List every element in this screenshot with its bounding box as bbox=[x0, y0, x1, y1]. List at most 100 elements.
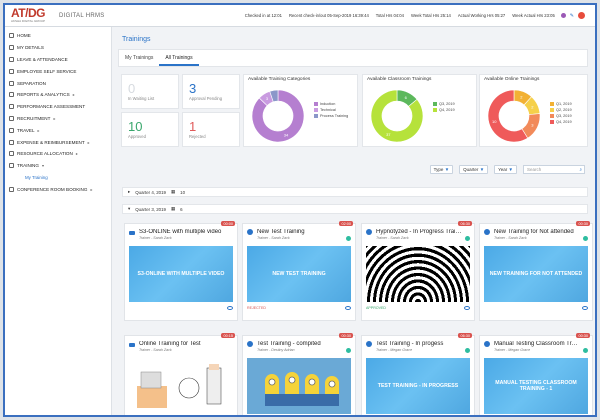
training-title[interactable]: Hypnotyzed - In Progress Training bbox=[376, 229, 462, 235]
avatar[interactable] bbox=[578, 12, 585, 19]
trainer-name: Trainer - Sarah Zack bbox=[376, 236, 409, 240]
training-thumbnail[interactable]: NEW TEST TRAINING bbox=[247, 246, 351, 302]
duration-badge: 00:30 bbox=[576, 221, 590, 226]
sidebar-item-label: LEAVE & ATTENDANCE bbox=[17, 56, 68, 62]
person-icon bbox=[247, 229, 253, 235]
sidebar-item-leave-attendance[interactable]: LEAVE & ATTENDANCE bbox=[5, 54, 111, 66]
company-logo[interactable]: AT/DG AKSHA DIGITAL GROUP bbox=[11, 7, 53, 23]
training-title[interactable]: S3-ONLINE with multiple video bbox=[139, 229, 225, 235]
legend-item[interactable]: Q4, 2019 bbox=[433, 107, 455, 113]
week-actual-text: Week Actual Hrs 23:05 bbox=[512, 13, 555, 18]
chart-legend: Induction Technical Process Training bbox=[314, 101, 348, 119]
legend-swatch bbox=[550, 102, 554, 106]
menu-icon bbox=[9, 139, 14, 145]
quarter-row[interactable]: ▾ Quarter 3, 2019 ▦ 6 bbox=[122, 204, 588, 214]
settings-icon[interactable]: ✎ bbox=[570, 13, 574, 19]
tab-my-trainings[interactable]: My Trainings bbox=[119, 50, 159, 66]
legend-item[interactable]: Process Training bbox=[314, 113, 348, 119]
quarter-label: Quarter 4, 2019 bbox=[135, 189, 166, 195]
stat-card[interactable]: 10 Approved bbox=[121, 112, 179, 147]
training-title[interactable]: Manual Testing Classroom Training - 1 bbox=[494, 341, 580, 347]
training-card[interactable]: 00:30 Test Training - compited Trainer - D… bbox=[242, 333, 356, 415]
training-title[interactable]: Test Training - compited bbox=[257, 341, 343, 347]
tab-all-trainings[interactable]: All Trainings bbox=[159, 50, 199, 66]
training-card[interactable]: 06:30 Test Training - In progess Trainer -… bbox=[361, 333, 475, 415]
sidebar-item-separation[interactable]: SEPARATION bbox=[5, 77, 111, 89]
stat-number: 3 bbox=[189, 81, 197, 96]
training-thumbnail[interactable]: NEW TRAINING FOR NOT ATTENDED bbox=[484, 246, 588, 302]
duration-badge: 00:30 bbox=[576, 333, 590, 338]
view-icon[interactable] bbox=[464, 305, 470, 310]
sidebar-item-training[interactable]: TRAINING ▾ bbox=[5, 160, 111, 172]
sidebar-item-label: REPORTS & ANALYTICS bbox=[17, 92, 70, 98]
view-icon[interactable] bbox=[227, 305, 233, 310]
type-filter-button[interactable]: Type ▼ bbox=[429, 165, 454, 174]
year-filter-label: Year bbox=[498, 167, 508, 172]
person-icon bbox=[247, 341, 253, 347]
training-thumbnail[interactable]: MANUAL TESTING CLASSROOM TRAINING - 1 bbox=[484, 358, 588, 414]
sidebar-item-employee-self-service[interactable]: EMPLOYEE SELF SERVICE bbox=[5, 65, 111, 77]
total-hrs-text: Total Hrs 04:04 bbox=[375, 13, 404, 18]
stat-number: 0 bbox=[128, 81, 136, 96]
training-title[interactable]: New Test Training bbox=[257, 229, 343, 235]
quarter-filter-button[interactable]: Quarter ▼ bbox=[459, 165, 489, 174]
trainer-name: Trainer - Sarah Zack bbox=[139, 348, 172, 352]
chart-legend: Q3, 2019 Q4, 2019 bbox=[433, 101, 455, 113]
stat-card[interactable]: 0 In Waiting List bbox=[121, 74, 179, 109]
chart-title: Available Training Categories bbox=[248, 77, 311, 82]
year-filter-button[interactable]: Year ▼ bbox=[494, 165, 517, 174]
person-icon bbox=[484, 341, 490, 347]
sidebar-item-recruitment[interactable]: RECRUITMENT ▸ bbox=[5, 113, 111, 125]
sidebar-item-expense-reimbursement[interactable]: EXPENSE & REIMBURSEMENT ▸ bbox=[5, 136, 111, 148]
stat-card[interactable]: 3 Approval Pending bbox=[182, 74, 240, 109]
legend-swatch bbox=[314, 108, 318, 112]
training-card[interactable]: 00:00 S3-ONLINE with multiple video Traine… bbox=[124, 221, 238, 321]
sidebar-item-my-training[interactable]: My Training bbox=[5, 172, 111, 184]
sidebar-item-conference-room-booking[interactable]: CONFERENCE ROOM BOOKING ▸ bbox=[5, 183, 111, 195]
training-thumbnail[interactable] bbox=[129, 358, 233, 414]
stat-number: 10 bbox=[128, 119, 143, 134]
trainer-name: Trainer - Sarah Zack bbox=[139, 236, 172, 240]
user-status-icon[interactable] bbox=[560, 13, 566, 18]
training-thumbnail[interactable]: TEST TRAINING - IN PROGRESS bbox=[366, 358, 470, 414]
legend-item[interactable]: Q4, 2019 bbox=[550, 119, 572, 125]
training-card[interactable]: 00:30 New Training for Not attended Traine… bbox=[479, 221, 593, 321]
sidebar-item-travel[interactable]: TRAVEL ▸ bbox=[5, 124, 111, 136]
slice-label: 34 bbox=[284, 132, 289, 137]
training-card[interactable]: 00:15 Online Training for Test Trainer - S… bbox=[124, 333, 238, 415]
training-title[interactable]: New Training for Not attended bbox=[494, 229, 580, 235]
training-card[interactable]: 02:00 New Test Training Trainer - Sarah Za… bbox=[242, 221, 356, 321]
training-card[interactable]: 00:30 Manual Testing Classroom Training -… bbox=[479, 333, 593, 415]
training-thumbnail[interactable]: S3-ONLINE WITH MULTIPLE VIDEO bbox=[129, 246, 233, 302]
training-thumbnail[interactable] bbox=[366, 246, 470, 302]
thumbnail-caption: TEST TRAINING - IN PROGRESS bbox=[377, 383, 459, 389]
menu-icon bbox=[9, 33, 14, 39]
sidebar-item-my-details[interactable]: MY DETAILS bbox=[5, 42, 111, 54]
top-bar: AT/DG AKSHA DIGITAL GROUP DIGITAL HRMS C… bbox=[5, 5, 595, 27]
training-thumbnail[interactable] bbox=[247, 358, 351, 414]
stat-card[interactable]: 1 Rejected bbox=[182, 112, 240, 147]
legend-swatch bbox=[550, 108, 554, 112]
search-input[interactable]: Search ⌕ bbox=[523, 165, 585, 174]
expand-icon: ▸ bbox=[128, 189, 131, 194]
training-card[interactable]: 06:30 Hypnotyzed - In Progress Training Tr… bbox=[361, 221, 475, 321]
stat-label: Rejected bbox=[189, 134, 206, 139]
check-icon bbox=[346, 236, 351, 241]
menu-icon bbox=[9, 92, 14, 98]
sidebar-item-resource-allocation[interactable]: RESOURCE ALLOCATION ▸ bbox=[5, 148, 111, 160]
sidebar: HOME MY DETAILS LEAVE & ATTENDANCE EMPLOYEE… bbox=[5, 27, 112, 415]
legend-label: Q3, 2019 bbox=[439, 102, 455, 106]
training-title[interactable]: Online Training for Test bbox=[139, 341, 225, 347]
view-icon[interactable] bbox=[582, 305, 588, 310]
sidebar-item-performance-assessment[interactable]: PERFORMANCE ASSESSMENT bbox=[5, 101, 111, 113]
view-icon[interactable] bbox=[345, 305, 351, 310]
sidebar-item-home[interactable]: HOME bbox=[5, 30, 111, 42]
search-icon[interactable]: ⌕ bbox=[579, 167, 582, 172]
trainer-name: Trainer - Destiny Adrian bbox=[257, 348, 295, 352]
quarter-row[interactable]: ▸ Quarter 4, 2019 ▦ 10 bbox=[122, 187, 588, 197]
sidebar-item-label: TRAINING bbox=[17, 163, 39, 169]
chart-card: Available Training Categories 34 3 Inductio… bbox=[243, 74, 358, 147]
sidebar-item-reports-analytics[interactable]: REPORTS & ANALYTICS ▸ bbox=[5, 89, 111, 101]
thumbnail-caption: S3-ONLINE WITH MULTIPLE VIDEO bbox=[137, 271, 225, 277]
training-title[interactable]: Test Training - In progess bbox=[376, 341, 462, 347]
